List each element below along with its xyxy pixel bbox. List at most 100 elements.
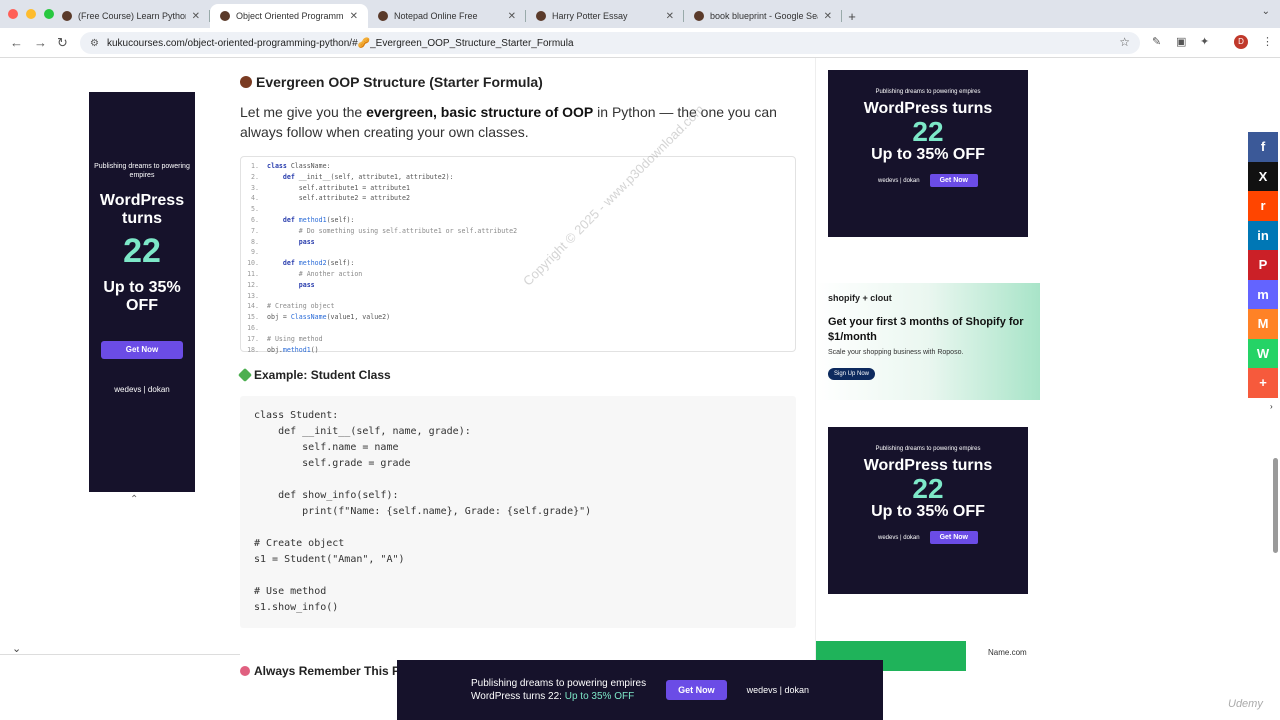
bottom-sticky-ad[interactable]: Publishing dreams to powering empires Wo… (397, 660, 883, 720)
new-tab-button[interactable]: + (842, 4, 862, 28)
code-block-structure: 1. class ClassName: 2. def __init__(self, … (240, 156, 796, 354)
section-heading-example: Example: Student Class (237, 367, 796, 383)
line-number: 3. (251, 183, 259, 192)
tab-favicon-icon (694, 11, 704, 21)
tab-favicon-icon (378, 11, 388, 21)
window-controls (8, 9, 54, 19)
ad-tagline: Publishing dreams to powering empires (94, 163, 190, 179)
divider (0, 654, 240, 655)
url-text: kukucourses.com/object-oriented-programm… (106, 37, 574, 49)
code-text: # Do something using self.attribute1 or … (267, 226, 518, 235)
shopify-signup-button[interactable]: Sign Up Now (828, 368, 876, 380)
ad-get-now-button[interactable]: Get Now (101, 341, 183, 359)
site-info-icon[interactable]: ⚙ (90, 38, 99, 49)
line-number: 7. (251, 226, 259, 235)
browser-tab[interactable]: Notepad Online Free ✕ (368, 4, 526, 28)
line-number: 8. (251, 237, 259, 246)
ad-get-now-button[interactable]: Get Now (929, 531, 978, 544)
code-line: 3. self.attribute1 = attribute1 (241, 183, 795, 194)
code-text: class ClassName: (267, 162, 331, 170)
line-number: 17. (247, 334, 259, 343)
extension-icon[interactable]: ▣ (1176, 35, 1186, 48)
intro-paragraph: Let me give you the evergreen, basic str… (240, 104, 777, 140)
article-content: Evergreen OOP Structure (Starter Formula… (237, 74, 796, 678)
puzzle-extension-icon[interactable]: ✦ (1200, 35, 1209, 48)
right-ad-bottom[interactable]: Publishing dreams to powering empires Wo… (828, 427, 1028, 594)
code-text: pass (298, 280, 315, 289)
left-sidebar-ad[interactable]: Publishing dreams to powering empires Wo… (89, 92, 195, 492)
browser-tab[interactable]: (Free Course) Learn Python B ✕ (52, 4, 210, 28)
code-text: # Creating object (267, 302, 335, 311)
right-ad-top[interactable]: Publishing dreams to powering empires Wo… (828, 70, 1028, 237)
pinterest-share-icon[interactable]: P (1248, 250, 1278, 280)
line-number: 6. (251, 215, 259, 224)
tab-title: Notepad Online Free (394, 11, 478, 21)
line-number: 10. (247, 259, 259, 268)
code-line: 16. (241, 323, 795, 334)
tab-title: book blueprint - Google Sear (710, 11, 818, 21)
reddit-share-icon[interactable]: r (1248, 191, 1278, 221)
ad-discount: Up to 35% OFF (103, 279, 181, 314)
code-line: 18. obj.method1() (241, 345, 795, 356)
reload-icon[interactable]: ↻ (57, 35, 68, 51)
close-window-button[interactable] (8, 9, 18, 19)
mastodon-share-icon[interactable]: m (1248, 279, 1278, 309)
code-text: def method1(self): (282, 215, 355, 224)
close-tab-icon[interactable]: ✕ (350, 11, 358, 22)
line-number: 15. (247, 313, 259, 322)
minimize-window-button[interactable] (26, 9, 36, 19)
line-number: 16. (247, 323, 259, 332)
code-line: 4. self.attribute2 = attribute2 (241, 193, 795, 204)
line-number: 12. (247, 280, 259, 289)
code-line: 10. def method2(self): (241, 258, 795, 269)
shopify-ad[interactable]: shopify + clout Get your first 3 months … (816, 283, 1040, 400)
mix-share-icon[interactable]: M (1248, 309, 1278, 339)
code-line: 1. class ClassName: (241, 161, 795, 172)
facebook-share-icon[interactable]: f (1248, 132, 1278, 162)
browser-tab[interactable]: Object Oriented Programming ✕ (210, 4, 368, 28)
browser-tab[interactable]: Harry Potter Essay ✕ (526, 4, 684, 28)
code-line: 7. # Do something using self.attribute1 … (241, 226, 795, 237)
x-share-icon[interactable]: X (1248, 161, 1278, 191)
code-text: self.attribute2 = attribute2 (267, 194, 410, 203)
back-icon[interactable]: ← (10, 35, 23, 50)
bookmark-star-icon[interactable]: ☆ (1119, 35, 1130, 49)
ad-get-now-button[interactable]: Get Now (666, 680, 727, 700)
tabs: (Free Course) Learn Python B✕Object Orie… (52, 4, 862, 28)
brain-icon (240, 666, 250, 676)
code-text: def method2(self): (282, 259, 355, 268)
forward-icon[interactable]: → (34, 35, 47, 50)
page-scrollbar[interactable] (1273, 458, 1278, 553)
close-tab-icon[interactable]: ✕ (824, 11, 832, 22)
code-line: 11. # Another action (241, 269, 795, 280)
code-line: 6. def method1(self): (241, 215, 795, 226)
close-tab-icon[interactable]: ✕ (508, 11, 516, 22)
social-share-bar: f Xr in Pm M W + (1248, 132, 1278, 398)
chevron-down-icon[interactable]: ⌄ (12, 642, 21, 655)
linkedin-share-icon[interactable]: in (1248, 220, 1278, 250)
address-bar[interactable]: ⚙ kukucourses.com/object-oriented-progra… (80, 32, 1140, 54)
chevron-up-icon[interactable]: ⌃ (130, 494, 138, 505)
line-number: 4. (251, 194, 259, 203)
close-tab-icon[interactable]: ✕ (666, 11, 674, 22)
browser-tab[interactable]: book blueprint - Google Sear ✕ (684, 4, 842, 28)
browser-menu-icon[interactable]: ⋮ (1262, 35, 1273, 48)
ad-brands: wedevs | dokan (114, 385, 170, 394)
tab-search-icon[interactable]: ⌄ (1262, 6, 1270, 17)
line-number: 2. (251, 172, 259, 181)
line-number: 11. (247, 269, 259, 278)
shopify-headline: Get your first 3 months of Shopify for $… (828, 316, 1024, 343)
ad-get-now-button[interactable]: Get Now (929, 174, 978, 187)
code-line: 8. pass (241, 237, 795, 248)
browser-toolbar: ← → ↻ ⚙ kukucourses.com/object-oriented-… (0, 28, 1280, 58)
more-share-icon[interactable]: + (1248, 368, 1278, 398)
profile-avatar[interactable]: D (1234, 35, 1248, 49)
code-line: 17. # Using method (241, 334, 795, 345)
namecom-ad-label[interactable]: Name.com (988, 648, 1027, 657)
pen-extension-icon[interactable]: ✎ (1152, 35, 1161, 48)
close-tab-icon[interactable]: ✕ (192, 11, 200, 22)
whatsapp-share-icon[interactable]: W (1248, 338, 1278, 368)
hide-share-icon[interactable]: › (1270, 402, 1273, 411)
code-text: def __init__(self, attribute1, attribute… (282, 172, 454, 181)
tab-title: Object Oriented Programming (236, 11, 344, 21)
